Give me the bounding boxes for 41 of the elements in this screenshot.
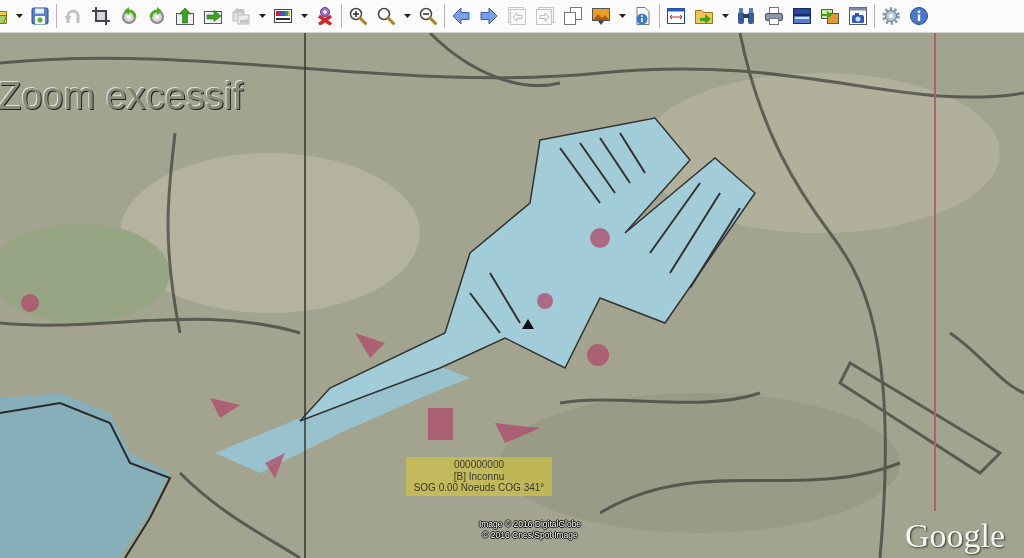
caret-icon [300, 14, 308, 18]
left-arrow-icon [452, 7, 470, 25]
page-right-arrow-icon [536, 7, 554, 25]
curved-arrow-icon [64, 7, 82, 25]
vessel-motion-text: SOG 0.00 Noeuds COG 341° [413, 482, 545, 494]
fit-window-icon [667, 7, 685, 25]
map-logo: Google [905, 517, 1006, 555]
rotate-right-icon [148, 7, 166, 25]
document-info-icon [634, 7, 652, 25]
picture-frame-icon [592, 7, 610, 25]
caret-icon [618, 14, 626, 18]
rotate-left-icon [120, 7, 138, 25]
up-arrow-frame-icon [176, 7, 194, 25]
vessel-id-text: 000000000 [453, 459, 505, 471]
magnifier-icon [377, 7, 395, 25]
vessel-name-text: [B] Inconnu [453, 470, 505, 482]
info-icon [910, 7, 928, 25]
image-credit: © 2016 Cnes/Spot Image [482, 530, 578, 541]
right-arrow-icon [480, 7, 498, 25]
binoculars-icon [737, 7, 755, 25]
overlapping-frames-icon [232, 7, 250, 25]
zoom-warning-text: Zoom excessif [0, 76, 243, 116]
image-arrow-icon [821, 7, 839, 25]
scanner-icon [793, 7, 811, 25]
folder-arrow-icon [695, 7, 713, 25]
zoom-in-icon [349, 7, 367, 25]
page-left-arrow-icon [508, 7, 526, 25]
right-arrow-frame-icon [204, 7, 222, 25]
window-camera-icon [849, 7, 867, 25]
caret-icon [258, 14, 266, 18]
person-cross-icon [316, 7, 334, 25]
crop-icon [92, 7, 110, 25]
settings-icon [882, 7, 900, 25]
caret-icon [15, 14, 23, 18]
stacked-pages-icon [564, 7, 582, 25]
color-bars-icon [274, 7, 292, 25]
caret-icon [721, 14, 729, 18]
caret-icon [403, 14, 411, 18]
image-credit: Image © 2016 DigitalGlobe [478, 519, 582, 530]
zoom-out-icon [419, 7, 437, 25]
printer-icon [765, 7, 783, 25]
